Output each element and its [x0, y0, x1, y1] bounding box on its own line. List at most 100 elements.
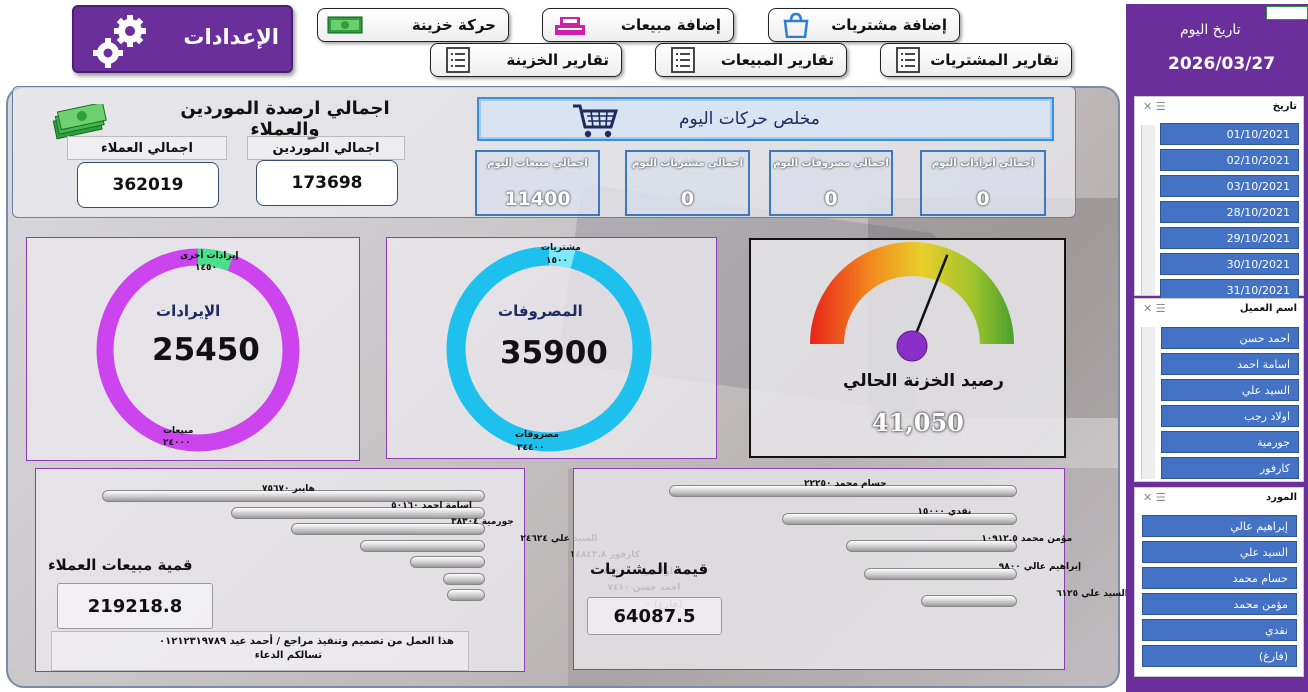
sales-reports-button[interactable]: تقارير المبيعات [655, 43, 847, 77]
slicer-item[interactable]: 29/10/2021 [1160, 227, 1299, 249]
add-sales-label: إضافة مبيعات [620, 16, 721, 34]
slicer-item[interactable]: حسام محمد [1142, 567, 1297, 589]
cell-selection[interactable] [1266, 6, 1308, 20]
customers-total-label: اجمالي العملاء [67, 136, 227, 160]
slicer-item[interactable]: 02/10/2021 [1160, 149, 1299, 171]
today-date: 2026/03/27 [1168, 54, 1276, 74]
day-revenues-value: 0 [976, 188, 990, 210]
expenses-purchases-label: مشتريات [541, 243, 581, 253]
day-revenues-box: اجمالي ايرادات اليوم 0 [920, 150, 1046, 216]
revenue-sales-label: مبيعات [163, 426, 194, 436]
treasury-value: 41,050 [872, 408, 964, 437]
treasury-title: رصيد الخزنة الحالي [843, 371, 1004, 391]
shopping-cart-icon [573, 104, 619, 138]
slicer-item[interactable]: جورمية [1161, 431, 1299, 453]
day-sales-label: اجمالي مبيعات اليوم [487, 158, 588, 169]
slicer-tools-icon[interactable]: ✕ ☰ [1143, 491, 1166, 504]
slicer-item[interactable]: اولاد رجب [1161, 405, 1299, 427]
add-purchases-button[interactable]: إضافة مشتريات [768, 8, 960, 42]
add-purchases-label: إضافة مشتريات [831, 16, 947, 34]
money-icon [326, 12, 364, 38]
day-revenues-label: اجمالي ايرادات اليوم [931, 158, 1035, 169]
slicer-tools-icon[interactable]: ✕ ☰ [1143, 100, 1166, 113]
customers-total-value: 362019 [77, 162, 219, 208]
gauge-hub [896, 330, 928, 362]
balances-title: اجمالي ارصدة الموردين والعملاء [180, 98, 390, 140]
slicer-item[interactable]: (فارغ) [1142, 645, 1297, 667]
revenue-sales-value: ٢٤٠٠٠ [163, 438, 191, 448]
revenue-total: 25450 [152, 332, 260, 368]
purchases-total: 64087.5 [587, 597, 722, 635]
treasury-reports-button[interactable]: تقارير الخزينة [430, 43, 622, 77]
customer-slicer-title: اسم العميل [1239, 303, 1297, 314]
sales-reports-label: تقارير المبيعات [720, 51, 834, 69]
slicer-item[interactable]: 28/10/2021 [1160, 201, 1299, 223]
treasury-gauge [810, 242, 1014, 362]
day-summary-header: مخلص حركات اليوم [477, 97, 1054, 141]
slicer-item[interactable]: كارفور [1161, 457, 1299, 479]
day-sales-value: 11400 [504, 188, 571, 210]
treasury-reports-label: تقارير الخزينة [506, 51, 609, 69]
suppliers-total-value: 173698 [256, 160, 398, 206]
money-stack-icon [52, 104, 107, 140]
expenses-expenses-label: مصروفات [515, 430, 559, 440]
date-slicer-scrollbar[interactable] [1141, 125, 1155, 295]
suppliers-total-label: اجمالي الموردين [247, 136, 405, 160]
bar-label: حسام محمد ٢٢٢٥٠ [804, 479, 887, 489]
slicer-item[interactable]: مؤمن محمد [1142, 593, 1297, 615]
revenue-other-label: إيرادات أخرى [180, 251, 239, 261]
date-slicer-title: تاريخ [1272, 101, 1297, 112]
slicer-item[interactable]: 03/10/2021 [1160, 175, 1299, 197]
bar [409, 556, 485, 568]
settings-label: الإعدادات [183, 25, 279, 49]
treasury-move-button[interactable]: حركة خزينة [317, 8, 509, 42]
bar-label: نقدي ١٥٠٠٠ [917, 506, 972, 517]
bar-label: اسامة احمد ٥٠١٦٠ [391, 500, 472, 511]
day-purchases-value: 0 [680, 188, 695, 210]
slicer-item[interactable]: احمد حسن [1161, 327, 1299, 349]
report-icon [439, 47, 477, 73]
expenses-total: 35900 [500, 335, 608, 371]
day-expenses-box: اجمالي مصروفات اليوم 0 [769, 150, 893, 216]
purchase-reports-button[interactable]: تقارير المشتريات [880, 43, 1072, 77]
slicer-item[interactable]: إبراهيم عالي [1142, 515, 1297, 537]
gears-icon [93, 15, 146, 68]
settings-button[interactable]: الإعدادات [72, 5, 293, 73]
day-summary-title: مخلص حركات اليوم [679, 109, 820, 129]
bar-label: السيد علي ٦١٢٥ [1056, 589, 1128, 599]
slicer-tools-icon[interactable]: ✕ ☰ [1143, 302, 1166, 315]
bar-label: جورمية ٣٨٣٠٤ [451, 517, 514, 527]
customer-slicer-scrollbar[interactable] [1141, 327, 1155, 479]
today-label: تاريخ اليوم [1180, 22, 1241, 38]
purchase-reports-label: تقارير المشتريات [930, 51, 1059, 69]
purchases-title: قيمة المشتريات [590, 560, 709, 578]
bar-label: هايبر ٧٥٦٧٠ [262, 484, 315, 494]
report-icon [664, 47, 702, 73]
treasury-move-label: حركة خزينة [411, 16, 496, 34]
day-expenses-label: اجمالي مصروفات اليوم [773, 158, 889, 169]
slicer-item[interactable]: 30/10/2021 [1160, 253, 1299, 275]
day-expenses-value: 0 [824, 188, 838, 210]
bar [921, 595, 1017, 607]
credits-note: هذا العمل من تصميم وتنفيذ مراجع / أحمد ع… [51, 631, 469, 671]
day-purchases-label: اجمالي مشتريات اليوم [631, 158, 744, 169]
bar [443, 572, 485, 585]
bar [360, 539, 485, 552]
report-icon [889, 47, 927, 73]
slicer-item[interactable]: نقدي [1142, 619, 1297, 641]
bar-label: مؤمن محمد ١٠٩١٢.٥ [981, 534, 1073, 544]
add-sales-button[interactable]: إضافة مبيعات [542, 8, 734, 42]
slicer-item[interactable]: 01/10/2021 [1160, 123, 1299, 145]
credits-line-1: هذا العمل من تصميم وتنفيذ مراجع / أحمد ع… [159, 636, 454, 647]
slicer-item[interactable]: السيد علي [1142, 541, 1297, 563]
slicer-item[interactable]: اسامة احمد [1161, 353, 1299, 375]
revenue-other-value: ١٤٥٠ [195, 263, 217, 273]
customer-sales-total: 219218.8 [57, 583, 213, 629]
day-purchases-box: اجمالي مشتريات اليوم 0 [625, 150, 750, 216]
credits-line-2: تسالكم الدعاء [254, 650, 322, 661]
slicer-item[interactable]: السيد علي [1161, 379, 1299, 401]
supplier-slicer-title: المورد [1265, 492, 1297, 503]
expenses-expenses-value: ٣٤٤٠٠ [517, 443, 545, 453]
revenue-title: الإيرادات [156, 302, 221, 320]
bar [782, 512, 1017, 525]
